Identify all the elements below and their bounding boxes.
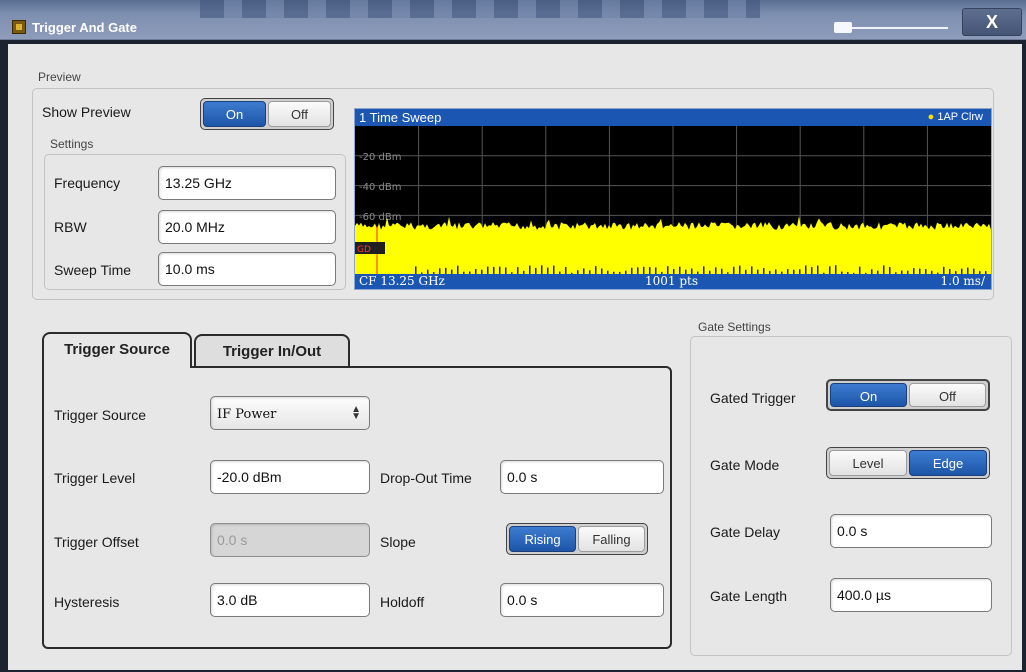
- hysteresis-field[interactable]: 3.0 dB: [210, 583, 370, 617]
- rbw-label: RBW: [54, 219, 87, 235]
- trace-info: ● 1AP Clrw: [928, 109, 983, 126]
- show-preview-label: Show Preview: [42, 104, 131, 120]
- transparency-slider-track[interactable]: [838, 27, 948, 29]
- gate-mode-toggle[interactable]: Level Edge: [826, 447, 990, 479]
- time-sweep-preview: 1 Time Sweep ● 1AP Clrw -20 dBm -40 dBm -6…: [354, 108, 992, 290]
- trace-footer: CF 13.25 GHz 1001 pts 1.0 ms/: [355, 274, 991, 289]
- trigger-level-label: Trigger Level: [54, 470, 136, 486]
- gated-trigger-on-button[interactable]: On: [830, 383, 907, 407]
- transparency-slider-handle[interactable]: [834, 22, 852, 33]
- sweep-time-field[interactable]: 10.0 ms: [158, 252, 336, 286]
- holdoff-field[interactable]: 0.0 s: [500, 583, 664, 617]
- hysteresis-label: Hysteresis: [54, 594, 120, 610]
- show-preview-toggle[interactable]: On Off: [200, 98, 334, 130]
- gate-mode-level-button[interactable]: Level: [829, 450, 907, 476]
- slope-toggle[interactable]: Rising Falling: [506, 523, 648, 555]
- gated-trigger-toggle[interactable]: On Off: [826, 379, 990, 411]
- rbw-field[interactable]: 20.0 MHz: [158, 210, 336, 244]
- settings-group-label: Settings: [50, 137, 94, 151]
- y-axis-label: -60 dBm: [359, 212, 401, 223]
- holdoff-label: Holdoff: [380, 594, 425, 610]
- trigger-level-field[interactable]: -20.0 dBm: [210, 460, 370, 494]
- trace-plot: -20 dBm -40 dBm -60 dBm GD: [355, 126, 991, 275]
- tab-trigger-in-out[interactable]: Trigger In/Out: [194, 334, 350, 368]
- drop-out-time-field[interactable]: 0.0 s: [500, 460, 664, 494]
- frequency-label: Frequency: [54, 175, 121, 191]
- time-scale-text: 1.0 ms/: [940, 274, 985, 288]
- gate-delay-field[interactable]: 0.0 s: [830, 514, 992, 548]
- sweep-time-label: Sweep Time: [54, 262, 132, 278]
- gated-trigger-label: Gated Trigger: [710, 390, 796, 406]
- frequency-field[interactable]: 13.25 GHz: [158, 166, 336, 200]
- center-frequency-text: CF 13.25 GHz: [359, 274, 445, 288]
- slope-rising-button[interactable]: Rising: [509, 526, 576, 552]
- gate-mode-edge-button[interactable]: Edge: [909, 450, 987, 476]
- trace-header: 1 Time Sweep ● 1AP Clrw: [355, 109, 991, 126]
- slope-falling-button[interactable]: Falling: [578, 526, 645, 552]
- trace-dot-icon: ●: [927, 111, 935, 123]
- trigger-offset-field: 0.0 s: [210, 523, 370, 557]
- title-bar-decoration: [200, 0, 760, 18]
- show-preview-off-button[interactable]: Off: [268, 101, 331, 127]
- gate-length-field[interactable]: 400.0 µs: [830, 578, 992, 612]
- gate-length-label: Gate Length: [710, 588, 788, 604]
- y-axis-label: -20 dBm: [359, 152, 401, 163]
- select-arrows-icon: ▲ ▼: [351, 404, 361, 422]
- y-axis-label: -40 dBm: [359, 182, 401, 193]
- show-preview-on-button[interactable]: On: [203, 101, 266, 127]
- trace-info-text: 1AP Clrw: [937, 111, 983, 123]
- app-icon: [12, 20, 26, 34]
- trigger-source-value: IF Power: [217, 407, 277, 422]
- trace-title: 1 Time Sweep: [359, 110, 442, 125]
- trigger-source-label: Trigger Source: [54, 407, 147, 423]
- tab-trigger-source[interactable]: Trigger Source: [42, 332, 192, 368]
- title-bar: Trigger And Gate X: [0, 0, 1026, 40]
- gated-trigger-off-button[interactable]: Off: [909, 383, 986, 407]
- gate-settings-group-label: Gate Settings: [698, 320, 771, 334]
- gate-delay-label: Gate Delay: [710, 524, 781, 540]
- trigger-offset-label: Trigger Offset: [54, 534, 139, 550]
- gate-marker-label: GD: [357, 245, 371, 255]
- gate-mode-label: Gate Mode: [710, 457, 780, 473]
- close-button[interactable]: X: [962, 8, 1022, 36]
- points-text: 1001 pts: [645, 274, 699, 288]
- drop-out-time-label: Drop-Out Time: [380, 470, 472, 486]
- slope-label: Slope: [380, 534, 416, 550]
- trigger-source-select[interactable]: IF Power ▲ ▼: [210, 396, 370, 430]
- preview-group-label: Preview: [38, 70, 81, 84]
- dialog-body: Preview Show Preview On Off Settings Fre…: [8, 44, 1022, 670]
- window-title: Trigger And Gate: [32, 20, 137, 35]
